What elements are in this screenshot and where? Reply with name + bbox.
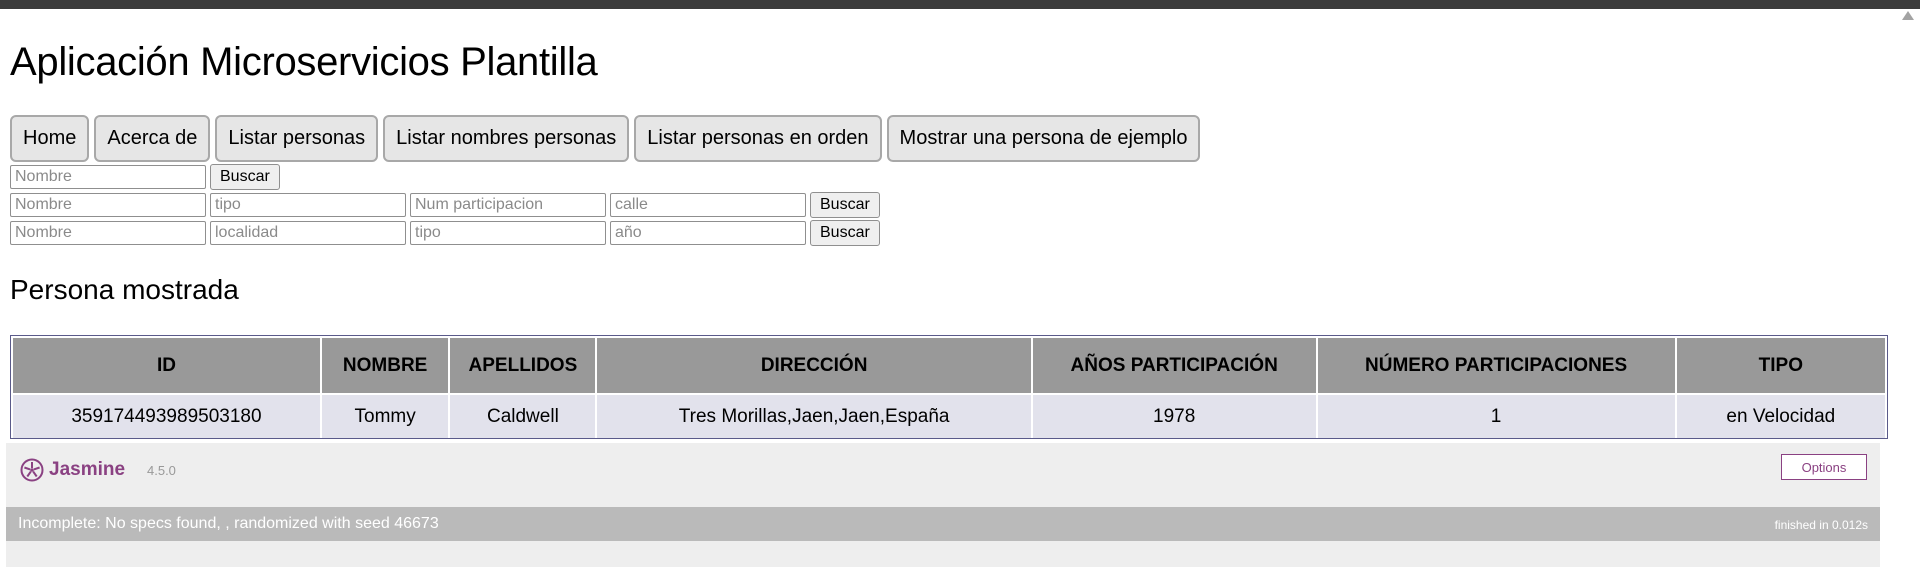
cell-participations: 1 bbox=[1317, 395, 1675, 438]
column-header-participations: NÚMERO PARTICIPACIONES bbox=[1317, 338, 1675, 393]
column-header-name: NOMBRE bbox=[321, 338, 449, 393]
section-title: Persona mostrada bbox=[10, 274, 239, 305]
nav-about-button[interactable]: Acerca de bbox=[94, 115, 211, 162]
search-form-by-name: Buscar bbox=[10, 164, 880, 190]
jasmine-reporter: Jasmine 4.5.0 Options Incomplete: No spe… bbox=[6, 443, 1880, 567]
search-button[interactable]: Buscar bbox=[210, 164, 280, 190]
jasmine-logo[interactable]: Jasmine bbox=[20, 458, 125, 482]
duration-text: finished in 0.012s bbox=[1774, 518, 1868, 532]
table-row: 359174493989503180 Tommy Caldwell Tres M… bbox=[13, 395, 1885, 438]
browser-top-bar bbox=[0, 0, 1920, 9]
search-form-by-locality: Buscar bbox=[10, 220, 880, 246]
test-status-bar: Incomplete: No specs found, , randomized… bbox=[6, 507, 1880, 541]
search-button[interactable]: Buscar bbox=[810, 220, 880, 246]
nav-list-names-button[interactable]: Listar nombres personas bbox=[383, 115, 630, 162]
street-input[interactable] bbox=[610, 193, 806, 217]
jasmine-logo-text: Jasmine bbox=[49, 459, 126, 480]
type-input[interactable] bbox=[410, 221, 606, 245]
nav-show-example-button[interactable]: Mostrar una persona de ejemplo bbox=[886, 115, 1201, 162]
seed-link[interactable]: 46673 bbox=[394, 515, 439, 532]
column-header-years: AÑOS PARTICIPACIÓN bbox=[1032, 338, 1316, 393]
jasmine-flower-icon bbox=[20, 458, 44, 482]
name-input[interactable] bbox=[10, 193, 206, 217]
table-header-row: ID NOMBRE APELLIDOS DIRECCIÓN AÑOS PARTI… bbox=[13, 338, 1885, 393]
name-input[interactable] bbox=[10, 221, 206, 245]
nav-home-button[interactable]: Home bbox=[10, 115, 90, 162]
type-input[interactable] bbox=[210, 193, 406, 217]
jasmine-version: 4.5.0 bbox=[147, 463, 176, 478]
cell-name: Tommy bbox=[321, 395, 449, 438]
cell-years: 1978 bbox=[1032, 395, 1316, 438]
main-nav: Home Acerca de Listar personas Listar no… bbox=[10, 115, 1201, 162]
name-input[interactable] bbox=[10, 165, 206, 189]
column-header-id: ID bbox=[13, 338, 320, 393]
nav-list-people-button[interactable]: Listar personas bbox=[215, 115, 379, 162]
search-button[interactable]: Buscar bbox=[810, 192, 880, 218]
status-message: Incomplete: No specs found, , randomized… bbox=[18, 515, 439, 533]
nav-list-ordered-button[interactable]: Listar personas en orden bbox=[634, 115, 882, 162]
participation-number-input[interactable] bbox=[410, 193, 606, 217]
locality-input[interactable] bbox=[210, 221, 406, 245]
cell-type: en Velocidad bbox=[1676, 395, 1885, 438]
options-button[interactable]: Options bbox=[1781, 454, 1867, 480]
cell-surname: Caldwell bbox=[450, 395, 596, 438]
column-header-surname: APELLIDOS bbox=[450, 338, 596, 393]
status-text: Incomplete: No specs found, , randomized… bbox=[18, 515, 390, 532]
cell-id: 359174493989503180 bbox=[13, 395, 320, 438]
person-table: ID NOMBRE APELLIDOS DIRECCIÓN AÑOS PARTI… bbox=[10, 335, 1888, 439]
column-header-type: TIPO bbox=[1676, 338, 1885, 393]
scroll-up-arrow-icon[interactable] bbox=[1902, 11, 1914, 20]
search-form-by-type: Buscar bbox=[10, 192, 880, 218]
cell-address: Tres Morillas,Jaen,Jaen,España bbox=[597, 395, 1031, 438]
column-header-address: DIRECCIÓN bbox=[597, 338, 1031, 393]
year-input[interactable] bbox=[610, 221, 806, 245]
search-forms: Buscar Buscar Buscar bbox=[10, 164, 880, 248]
app-title: Aplicación Microservicios Plantilla bbox=[10, 40, 598, 84]
